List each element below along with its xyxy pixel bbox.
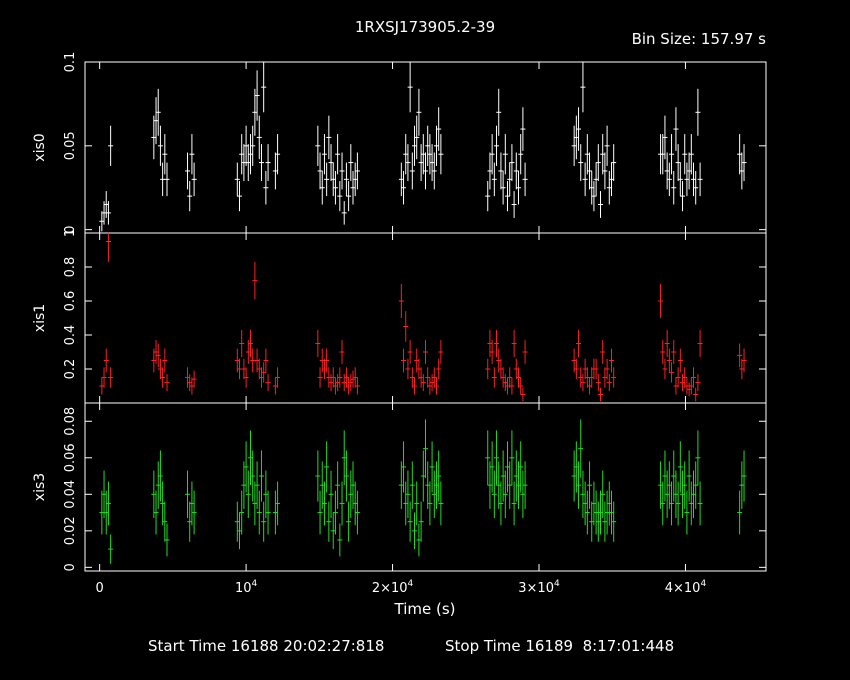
chart-title: 1RXSJ173905.2-39 xyxy=(355,18,495,36)
y-tick-label-xis1: 0.6 xyxy=(63,291,78,312)
x-tick-label: 3×104 xyxy=(518,579,560,596)
y-axis-label-xis0: xis0 xyxy=(32,133,48,161)
y-tick-label-xis0: 0.1 xyxy=(63,52,78,73)
x-tick-label: 0 xyxy=(96,581,104,596)
x-tick-label-exponent: 4 xyxy=(700,579,706,589)
y-tick-label-xis1: 0.8 xyxy=(63,257,78,278)
y-tick-label-xis1: 0.4 xyxy=(63,325,78,346)
y-tick-label-xis3: 0 xyxy=(63,563,78,571)
y-tick-label-xis0: 0.05 xyxy=(63,131,78,160)
y-axis-label-xis3: xis3 xyxy=(32,473,48,501)
x-tick-label-base: 10 xyxy=(235,581,252,596)
x-tick-label: 2×104 xyxy=(372,579,414,596)
stop-time-label: Stop Time 16189 8:17:01:448 xyxy=(445,637,674,655)
x-tick-label: 4×104 xyxy=(665,579,707,596)
bin-size-label: Bin Size: 157.97 s xyxy=(632,30,767,48)
x-tick-label-base: 0 xyxy=(96,581,104,596)
x-tick-label-exponent: 4 xyxy=(554,579,560,589)
x-tick-label-base: 2×10 xyxy=(372,581,408,596)
y-axis-label-xis1: xis1 xyxy=(32,304,48,332)
x-tick-label-exponent: 4 xyxy=(408,579,414,589)
chart-background xyxy=(0,0,850,680)
x-tick-label-base: 3×10 xyxy=(518,581,554,596)
start-time-label: Start Time 16188 20:02:27:818 xyxy=(148,637,384,655)
y-tick-label-xis3: 0.06 xyxy=(63,443,78,472)
x-tick-label-exponent: 4 xyxy=(252,579,258,589)
y-tick-label-xis3: 0.02 xyxy=(63,516,78,545)
y-tick-label-xis1: 0.2 xyxy=(63,359,78,380)
y-tick-label-xis3: 0.04 xyxy=(63,480,78,509)
x-axis-label: Time (s) xyxy=(394,600,456,618)
y-tick-label-xis3: 0.08 xyxy=(63,407,78,436)
y-tick-label-xis1: 1 xyxy=(63,229,78,237)
light-curve-chart: 1RXSJ173905.2-39 Bin Size: 157.97 s 0 0.0… xyxy=(0,0,850,680)
x-tick-label-base: 4×10 xyxy=(665,581,701,596)
